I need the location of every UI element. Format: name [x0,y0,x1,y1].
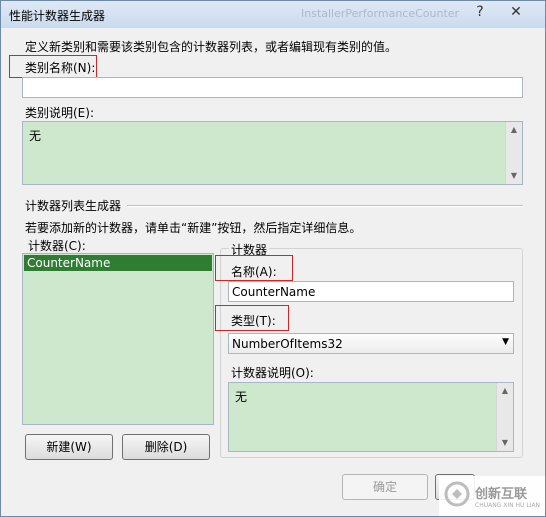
delete-button-label: 删除(D) [144,440,188,454]
scroll-down-icon[interactable]: ▼ [497,435,513,451]
category-desc-scrollbar[interactable]: ▲ ▼ [505,122,522,184]
scroll-up-icon[interactable]: ▲ [497,383,513,399]
counter-list-item[interactable]: CounterName [24,255,212,271]
category-name-input[interactable] [22,77,523,98]
category-desc-textarea[interactable]: 无 ▲ ▼ [22,121,523,185]
builder-heading: 计数器列表生成器 [25,199,122,213]
ok-button-label: 确定 [372,480,397,494]
title-bar[interactable]: 性能计数器生成器 InstallerPerformanceCounter ? ✕ [1,1,545,28]
scroll-up-icon[interactable]: ▲ [506,122,522,138]
counter-name-label: 名称(A): [231,265,277,279]
new-button-label: 新建(W) [46,440,92,454]
counter-builder-dialog: 性能计数器生成器 InstallerPerformanceCounter ? ✕… [0,0,546,517]
chevron-down-icon[interactable]: ▼ [502,337,509,347]
scroll-down-icon[interactable]: ▼ [506,168,522,184]
ok-button[interactable]: 确定 [342,474,428,500]
new-button[interactable]: 新建(W) [25,434,113,460]
watermark-sub: CHUANG XIN HU LIAN [475,502,541,509]
counter-desc-textarea[interactable]: 无 ▲ ▼ [228,382,514,452]
background-window-title: InstallerPerformanceCounter [301,7,460,20]
category-desc-value: 无 [29,129,42,143]
counter-list-item-label: CounterName [27,256,111,270]
category-name-label: 类别名称(N): [25,61,96,75]
watermark-brand: 创新互联 [475,487,528,502]
watermark-logo: 创新互联 CHUANG XIN HU LIAN [439,476,545,516]
counter-desc-scrollbar[interactable]: ▲ ▼ [496,383,513,451]
delete-button[interactable]: 删除(D) [122,434,210,460]
counter-desc-label: 计数器说明(O): [231,366,314,380]
window-title: 性能计数器生成器 [9,9,106,23]
builder-hint: 若要添加新的计数器，请单击“新建”按钮，然后指定详细信息。 [25,221,362,235]
builder-separator [127,205,523,207]
help-icon[interactable]: ? [469,3,491,21]
counter-name-value: CounterName [232,285,316,299]
counter-name-input[interactable]: CounterName [228,281,514,302]
counter-desc-value: 无 [235,390,248,404]
counters-list[interactable]: CounterName [22,253,214,425]
counter-type-select[interactable]: NumberOfItems32 ▼ [228,333,514,354]
close-icon[interactable]: ✕ [505,3,527,21]
counter-type-value: NumberOfItems32 [232,337,343,351]
intro-text: 定义新类别和需要该类别包含的计数器列表，或者编辑现有类别的值。 [25,40,398,54]
counter-type-label: 类型(T): [231,314,276,328]
category-desc-label: 类别说明(E): [25,106,94,120]
brand-logo-icon [444,481,470,507]
counters-label: 计数器(C): [28,239,86,253]
